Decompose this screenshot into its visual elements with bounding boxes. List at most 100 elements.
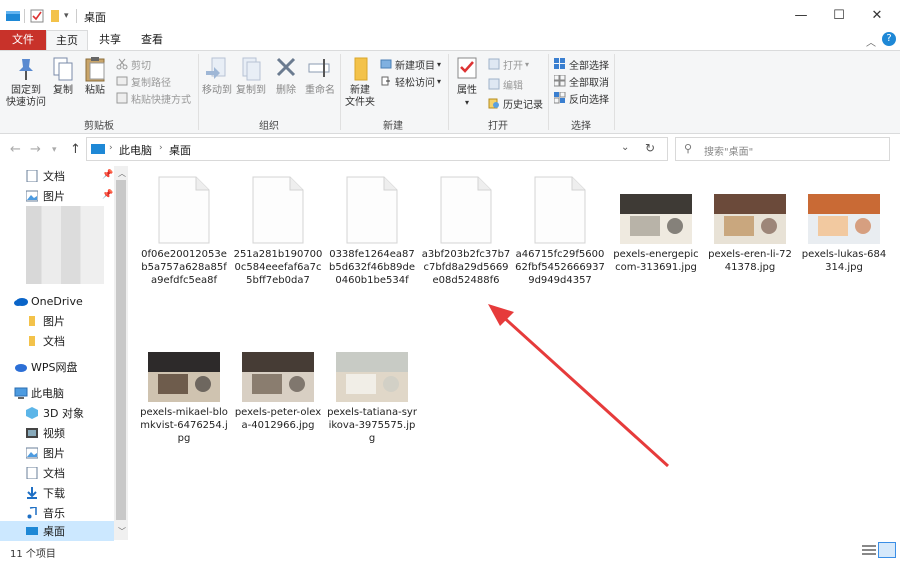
copy-path-button[interactable]: 复制路径 bbox=[116, 73, 171, 89]
refresh-icon[interactable]: ↻ bbox=[645, 141, 655, 155]
collapse-ribbon-icon[interactable]: ︿ bbox=[866, 34, 876, 49]
breadcrumb-pc[interactable]: 此电脑 bbox=[119, 142, 152, 158]
wps-cloud-icon bbox=[14, 361, 27, 373]
open-group-label: 打开 bbox=[488, 121, 508, 132]
nav-item-pictures[interactable]: 图片 bbox=[25, 443, 65, 463]
nav-item-3d-objects[interactable]: 3D 对象 bbox=[26, 403, 84, 423]
window-title: 桌面 bbox=[84, 11, 106, 24]
file-item[interactable]: pexels-lukas-684314.jpg bbox=[799, 176, 889, 274]
file-icon bbox=[346, 176, 398, 244]
image-thumbnail bbox=[714, 194, 786, 244]
tab-home[interactable]: 主页 bbox=[46, 30, 88, 50]
properties-button[interactable]: 属性 ▾ bbox=[452, 55, 482, 109]
nav-label: 文档 bbox=[43, 170, 65, 183]
close-button[interactable]: ✕ bbox=[858, 0, 896, 30]
cut-button[interactable]: 剪切 bbox=[116, 56, 151, 72]
pictures-icon bbox=[25, 190, 39, 202]
delete-button[interactable]: 删除 bbox=[272, 55, 300, 97]
nav-label: 此电脑 bbox=[31, 387, 64, 400]
recent-locations-icon[interactable]: ▾ bbox=[52, 145, 57, 155]
file-item[interactable]: 0f06e20012053eb5a757a628a85fa9efdfc5ea8f bbox=[139, 176, 229, 287]
pin-quick-access-button[interactable]: 固定到 快速访问 bbox=[4, 55, 48, 109]
nav-item-quick-pictures[interactable]: 图片 bbox=[25, 186, 65, 206]
select-none-button[interactable]: 全部取消 bbox=[553, 73, 609, 89]
edit-button[interactable]: 编辑 bbox=[488, 76, 523, 92]
invert-selection-icon bbox=[553, 91, 566, 104]
properties-quick-icon[interactable] bbox=[30, 8, 44, 24]
file-item[interactable]: 0338fe1264ea87b5d632f46b89de0460b1be534f bbox=[327, 176, 417, 287]
minimize-button[interactable]: — bbox=[782, 0, 820, 30]
file-icon bbox=[534, 176, 586, 244]
copy-button[interactable]: 复制 bbox=[50, 55, 76, 97]
forward-button[interactable]: → bbox=[30, 142, 41, 157]
file-item[interactable]: pexels-tatiana-syrikova-3975575.jpg bbox=[327, 334, 417, 445]
move-to-label: 移动到 bbox=[202, 85, 232, 96]
history-button[interactable]: 历史记录 bbox=[488, 95, 543, 111]
file-item[interactable]: a46715fc29f560062fbf54526669379d949d4357 bbox=[515, 176, 605, 287]
back-button[interactable]: ← bbox=[10, 142, 21, 157]
scissors-icon bbox=[116, 58, 128, 70]
folder-icon bbox=[26, 335, 38, 347]
tab-share[interactable]: 共享 bbox=[92, 30, 128, 50]
search-icon: ⚲ bbox=[684, 142, 693, 155]
file-item[interactable]: a3bf203b2fc37b7c7bfd8a29d5669e08d52488f6 bbox=[421, 176, 511, 287]
obscured-region bbox=[26, 206, 104, 284]
nav-item-onedrive-pictures[interactable]: 图片 bbox=[26, 311, 65, 331]
nav-item-quick-documents[interactable]: 文档 bbox=[26, 166, 65, 186]
item-count: 11 个项目 bbox=[10, 549, 56, 560]
easy-access-button[interactable]: 轻松访问 ▾ bbox=[380, 73, 441, 89]
up-button[interactable]: ↑ bbox=[70, 142, 81, 157]
file-name: pexels-eren-li-7241378.jpg bbox=[708, 249, 792, 273]
file-item[interactable]: pexels-energepiccom-313691.jpg bbox=[611, 176, 701, 274]
title-bar bbox=[0, 0, 913, 30]
tab-file[interactable]: 文件 bbox=[0, 30, 46, 50]
rename-button[interactable]: 重命名 bbox=[302, 55, 338, 97]
new-item-icon bbox=[380, 58, 392, 70]
address-bar[interactable]: › 此电脑 › 桌面 ⌄ ↻ bbox=[86, 137, 668, 161]
nav-item-desktop[interactable]: 桌面 bbox=[26, 521, 65, 541]
new-folder-quick-icon[interactable] bbox=[48, 8, 62, 24]
nav-item-wps[interactable]: WPS网盘 bbox=[14, 357, 78, 377]
select-all-button[interactable]: 全部选择 bbox=[554, 56, 609, 72]
nav-scrollbar[interactable]: ︿ ﹀ bbox=[114, 166, 128, 540]
nav-item-documents[interactable]: 文档 bbox=[26, 463, 65, 483]
tab-view[interactable]: 查看 bbox=[134, 30, 170, 50]
breadcrumb-desktop[interactable]: 桌面 bbox=[169, 142, 191, 158]
scroll-up-icon[interactable]: ︿ bbox=[118, 168, 126, 179]
file-item[interactable]: 251a281b1907000c584eeefaf6a7c5bff7eb0da7 bbox=[233, 176, 323, 287]
new-item-button[interactable]: 新建项目 ▾ bbox=[380, 56, 441, 72]
paste-button[interactable]: 粘贴 bbox=[80, 55, 110, 97]
file-item[interactable]: pexels-mikael-blomkvist-6476254.jpg bbox=[139, 334, 229, 445]
move-to-button[interactable]: 移动到 bbox=[200, 55, 234, 97]
invert-selection-button[interactable]: 反向选择 bbox=[553, 90, 609, 106]
file-name: pexels-peter-olexa-4012966.jpg bbox=[234, 407, 322, 431]
scroll-thumb[interactable] bbox=[116, 180, 126, 520]
nav-item-onedrive-documents[interactable]: 文档 bbox=[26, 331, 65, 351]
nav-item-videos[interactable]: 视频 bbox=[26, 423, 65, 443]
nav-item-onedrive[interactable]: OneDrive bbox=[14, 291, 83, 311]
new-folder-button[interactable]: 新建 文件夹 bbox=[342, 55, 378, 109]
file-name: 251a281b1907000c584eeefaf6a7c5bff7eb0da7 bbox=[233, 249, 323, 286]
large-icons-view-icon[interactable] bbox=[878, 542, 896, 558]
paste-shortcut-button[interactable]: 粘贴快捷方式 bbox=[116, 90, 191, 106]
customize-quick-access-icon[interactable]: ▾ bbox=[64, 8, 69, 24]
folder-icon bbox=[26, 315, 38, 327]
properties-label: 属性 bbox=[457, 85, 477, 96]
file-icon bbox=[158, 176, 210, 244]
maximize-button[interactable]: ☐ bbox=[820, 0, 858, 30]
annotation-arrow-icon bbox=[488, 304, 670, 468]
nav-item-music[interactable]: 音乐 bbox=[26, 503, 65, 523]
nav-label: 图片 bbox=[43, 315, 65, 328]
search-box[interactable]: ⚲ 搜索"桌面" bbox=[675, 137, 890, 161]
details-view-icon[interactable] bbox=[862, 544, 876, 559]
file-item[interactable]: pexels-eren-li-7241378.jpg bbox=[705, 176, 795, 274]
address-dropdown-icon[interactable]: ⌄ bbox=[621, 142, 629, 153]
nav-item-downloads[interactable]: 下载 bbox=[26, 483, 65, 503]
help-icon[interactable]: ? bbox=[882, 32, 896, 46]
nav-item-this-pc[interactable]: 此电脑 bbox=[14, 383, 64, 403]
open-button[interactable]: 打开 ▾ bbox=[488, 56, 529, 72]
copy-to-button[interactable]: 复制到 bbox=[234, 55, 268, 97]
file-item[interactable]: pexels-peter-olexa-4012966.jpg bbox=[233, 334, 323, 432]
scroll-down-icon[interactable]: ﹀ bbox=[118, 526, 126, 537]
open-icon bbox=[488, 58, 500, 70]
